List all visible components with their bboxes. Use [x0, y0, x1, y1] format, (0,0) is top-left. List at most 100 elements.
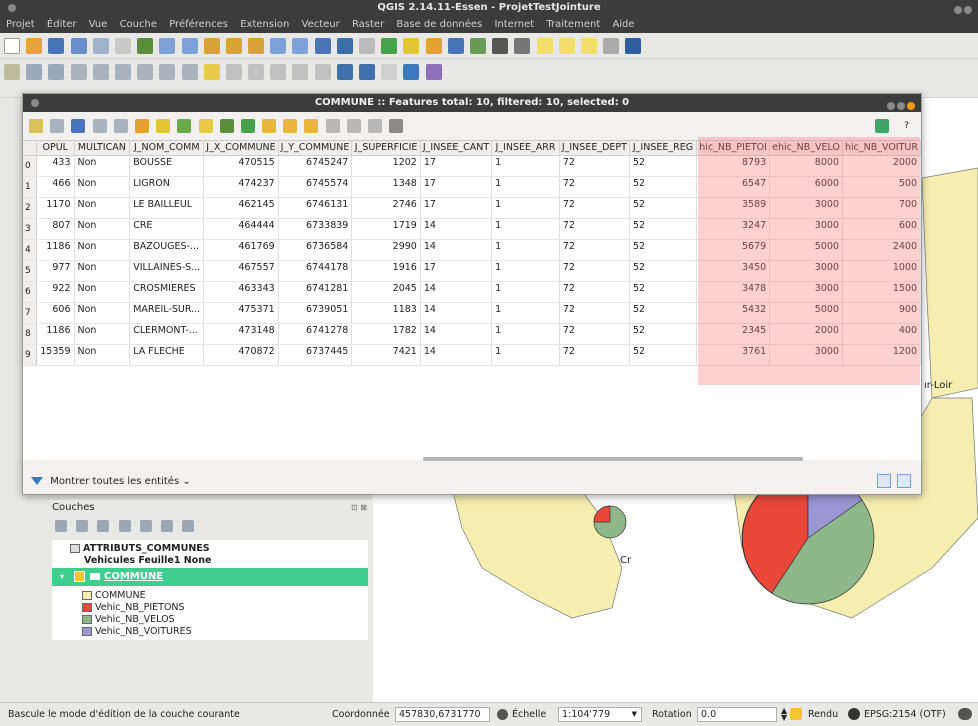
row-number[interactable]: 9	[23, 344, 37, 366]
table-cell[interactable]: 1	[491, 218, 560, 240]
table-cell[interactable]: 14	[420, 344, 493, 366]
row-number[interactable]: 0	[23, 155, 37, 177]
table-cell[interactable]: 606	[36, 302, 75, 324]
menu-raster[interactable]: Raster	[352, 19, 384, 30]
table-cell[interactable]: 72	[559, 218, 630, 240]
pan-to-selected-icon[interactable]	[262, 119, 277, 133]
print-composer-icon[interactable]	[92, 38, 109, 54]
table-cell[interactable]: 6744178	[278, 260, 353, 282]
column-header[interactable]: MULTICAN	[74, 141, 131, 156]
corner-header[interactable]	[23, 141, 37, 156]
row-number[interactable]: 4	[23, 239, 37, 261]
table-cell[interactable]: 1348	[351, 176, 421, 198]
select-expression-icon[interactable]	[425, 38, 442, 54]
style-manager-icon[interactable]	[55, 520, 67, 532]
label-rotate-icon[interactable]	[292, 64, 309, 80]
map-commune-polygon-1[interactable]	[451, 477, 623, 619]
table-cell[interactable]: 52	[629, 176, 698, 198]
table-cell[interactable]: 52	[629, 155, 698, 177]
table-cell[interactable]: 2746	[351, 197, 421, 219]
panel-float-close-icons[interactable]: ⊡ ⊠	[351, 503, 367, 512]
select-features-icon[interactable]	[381, 38, 398, 54]
row-number[interactable]: 3	[23, 218, 37, 240]
attribute-table-icon[interactable]	[447, 38, 464, 54]
table-cell[interactable]: 1782	[351, 323, 421, 345]
menu-internet[interactable]: Internet	[494, 19, 534, 30]
table-cell[interactable]: 922	[36, 281, 75, 303]
table-cell[interactable]: 470872	[203, 344, 279, 366]
new-field-icon[interactable]	[368, 119, 382, 133]
menu-vecteur[interactable]: Vecteur	[302, 19, 340, 30]
table-cell[interactable]: 1	[491, 323, 560, 345]
table-cell[interactable]: 72	[559, 260, 630, 282]
layer-attributs-communes[interactable]: ATTRIBUTS_COMMUNES	[70, 543, 210, 554]
table-cell[interactable]: Non	[74, 302, 131, 324]
layer-tree[interactable]: ATTRIBUTS_COMMUNES Vehicules Feuille1 No…	[52, 540, 368, 640]
new-bookmark-icon[interactable]	[580, 38, 597, 54]
table-cell[interactable]: 1	[491, 155, 560, 177]
table-cell[interactable]: 52	[629, 323, 698, 345]
table-cell[interactable]: 17	[420, 197, 493, 219]
table-cell[interactable]: 72	[559, 323, 630, 345]
delete-field-icon[interactable]	[346, 119, 361, 133]
table-cell[interactable]: 475371	[203, 302, 279, 324]
table-cell[interactable]: Non	[74, 197, 131, 219]
field-calculator-icon[interactable]	[469, 38, 486, 54]
menu-extension[interactable]: Extension	[240, 19, 289, 30]
pan-icon[interactable]	[114, 38, 131, 54]
field-calculator-icon[interactable]	[389, 119, 404, 133]
table-cell[interactable]: 6746131	[278, 197, 353, 219]
row-number[interactable]: 2	[23, 197, 37, 219]
column-header[interactable]: J_INSEE_CANT	[420, 141, 493, 156]
label-pin-icon[interactable]	[225, 64, 242, 80]
table-cell[interactable]: 72	[559, 239, 630, 261]
copy-rows-icon[interactable]	[304, 119, 319, 133]
table-cell[interactable]: 14	[420, 323, 493, 345]
save-edits-icon[interactable]	[50, 119, 65, 133]
add-feature-icon[interactable]	[92, 119, 107, 133]
pan-to-selection-icon[interactable]	[137, 38, 154, 54]
select-expression-icon[interactable]	[134, 119, 149, 133]
table-cell[interactable]: Non	[74, 281, 131, 303]
filter-select-icon[interactable]	[219, 119, 234, 133]
table-cell[interactable]: CRE	[129, 218, 205, 240]
column-header[interactable]: OPUL	[36, 141, 75, 156]
table-cell[interactable]: 464444	[203, 218, 279, 240]
action-icon[interactable]	[359, 38, 375, 54]
zoom-full-icon[interactable]	[203, 38, 220, 54]
map-commune-polygon-3[interactable]	[921, 167, 978, 399]
collapse-all-icon[interactable]	[160, 520, 173, 532]
save-project-icon[interactable]	[48, 38, 65, 54]
table-cell[interactable]: 1202	[351, 155, 421, 177]
table-cell[interactable]: 14	[420, 281, 493, 303]
table-cell[interactable]: MAREIL-SUR...	[129, 302, 205, 324]
table-cell[interactable]: 1	[491, 197, 560, 219]
select-all-icon[interactable]	[156, 119, 171, 133]
add-group-icon[interactable]	[76, 520, 89, 532]
table-cell[interactable]: 14	[420, 239, 493, 261]
dock-icon[interactable]	[875, 119, 889, 133]
table-cell[interactable]: 467557	[203, 260, 279, 282]
grid-icon[interactable]	[425, 64, 442, 80]
text-annotation-icon[interactable]	[603, 38, 620, 54]
table-cell[interactable]: 6737445	[278, 344, 353, 366]
table-cell[interactable]: Non	[74, 218, 131, 240]
table-cell[interactable]: LE BAILLEUL	[129, 197, 205, 219]
label-change-icon[interactable]	[314, 64, 331, 80]
remove-layer-icon[interactable]	[182, 520, 195, 532]
window-menu-icon[interactable]	[8, 4, 16, 12]
table-cell[interactable]: Non	[74, 155, 131, 177]
table-cell[interactable]: 72	[559, 176, 630, 198]
table-cell[interactable]: 1	[491, 260, 560, 282]
table-cell[interactable]: 2045	[351, 281, 421, 303]
move-selection-top-icon[interactable]	[240, 119, 255, 133]
table-cell[interactable]: 72	[559, 344, 630, 366]
scale-lock-icon[interactable]	[497, 709, 508, 720]
table-cell[interactable]: 1183	[351, 302, 421, 324]
table-cell[interactable]: 1	[491, 281, 560, 303]
column-header[interactable]: J_INSEE_REG	[629, 141, 698, 156]
row-number[interactable]: 6	[23, 281, 37, 303]
table-cell[interactable]: 1	[491, 176, 560, 198]
table-cell[interactable]: VILLAINES-S...	[129, 260, 205, 282]
identify-icon[interactable]	[336, 38, 353, 54]
